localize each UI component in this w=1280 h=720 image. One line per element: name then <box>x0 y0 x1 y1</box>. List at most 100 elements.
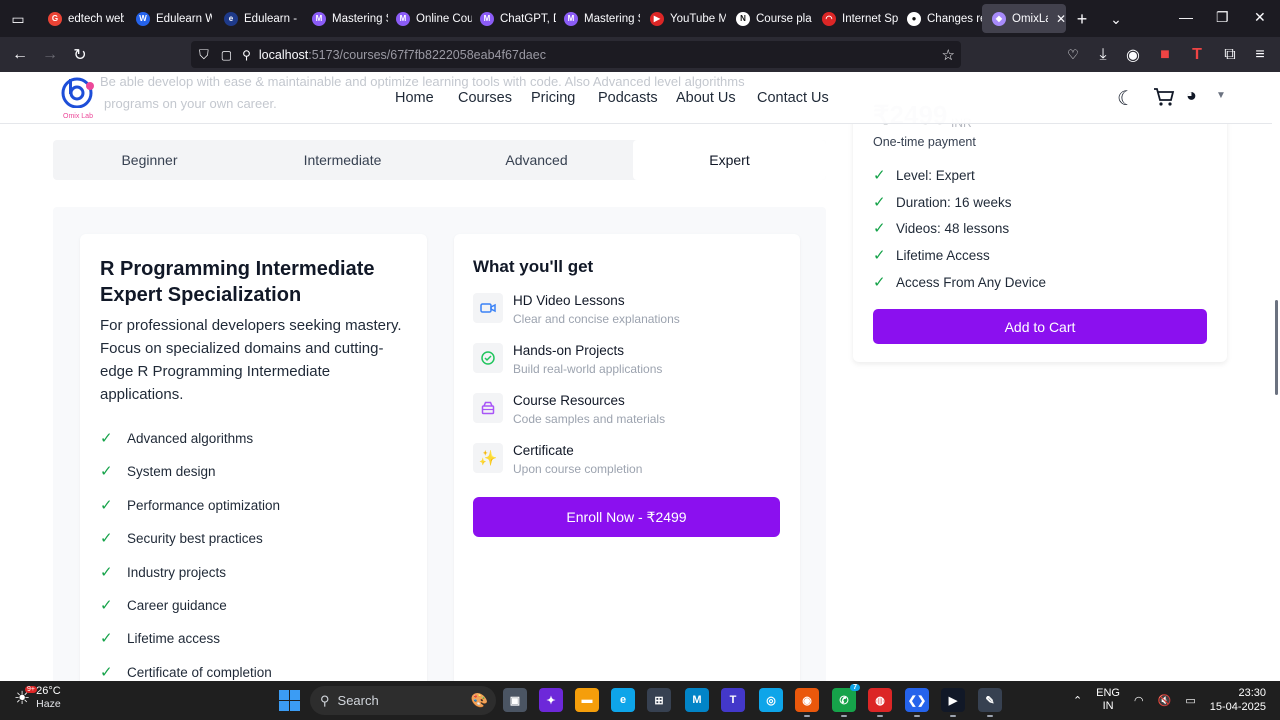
tab-active[interactable]: ◆ OmixLab ✕ <box>982 4 1066 33</box>
battery-icon[interactable]: ▭ <box>1185 694 1195 707</box>
included-item: ✨ Certificate Upon course completion <box>473 443 773 483</box>
tab-label: Edulearn - <box>244 12 298 25</box>
bookmark-star-icon[interactable]: ☆ <box>942 46 955 64</box>
task-view-icon[interactable]: ▣ <box>503 688 527 712</box>
tab-active-label: OmixLab <box>1012 12 1048 25</box>
browser-tab[interactable]: ▶ YouTube M <box>640 4 726 33</box>
nav-courses[interactable]: Courses <box>458 90 512 106</box>
mysql-icon[interactable]: M <box>685 688 709 712</box>
menu-icon[interactable]: ≡ <box>1249 44 1271 66</box>
list-all-tabs-icon[interactable]: ⌄ <box>1106 9 1126 29</box>
terminal-icon[interactable]: ▶ <box>941 688 965 717</box>
browser-tab[interactable]: M Online Cou <box>386 4 472 33</box>
tab-expert[interactable]: Expert <box>633 140 826 180</box>
volume-muted-icon[interactable]: 🔇 <box>1158 694 1172 707</box>
tab-favicon-icon: M <box>396 11 410 26</box>
downloads-icon[interactable]: ⤓ <box>1092 44 1114 66</box>
temperature: 26°C <box>36 685 61 697</box>
teams-icon[interactable]: T <box>721 688 745 712</box>
restore-icon[interactable]: ❐ <box>1216 9 1229 26</box>
browser-tab[interactable]: e Edulearn - <box>214 4 300 33</box>
close-tab-icon[interactable]: ✕ <box>1056 12 1066 26</box>
cart-icon[interactable] <box>1153 87 1175 107</box>
dark-mode-moon-icon[interactable]: ☾ <box>1117 86 1135 111</box>
chrome-icon[interactable]: ◍ <box>868 688 892 717</box>
tab-advanced[interactable]: Advanced <box>440 140 633 180</box>
pocket-icon[interactable]: ♡ <box>1062 44 1084 66</box>
tab-favicon-icon: W <box>136 11 150 26</box>
browser-tab[interactable]: ◠ Internet Sp <box>812 4 898 33</box>
detail-label: Access From Any Device <box>896 274 1047 290</box>
nav-about-us[interactable]: About Us <box>676 90 736 106</box>
browser-tab[interactable]: N Course plan <box>726 4 812 33</box>
new-tab-button[interactable]: + <box>1072 9 1092 29</box>
browser-tab[interactable]: Gedtech web <box>38 4 124 33</box>
language-indicator[interactable]: ENG IN <box>1096 687 1120 713</box>
detail-label: Duration: 16 weeks <box>896 194 1012 210</box>
extension-icon[interactable]: ■ <box>1154 44 1176 66</box>
system-tray: ⌃ ENG IN ◠ 🔇 ▭ 23:30 15-04-2025 <box>1073 686 1266 714</box>
browser-tab[interactable]: M Mastering S <box>302 4 388 33</box>
edge-icon[interactable]: e <box>611 688 635 712</box>
feature-item: ✓ System design <box>100 461 216 481</box>
nav-pricing[interactable]: Pricing <box>531 90 575 106</box>
back-icon[interactable]: ← <box>9 44 31 66</box>
permissions-icon[interactable]: ⚲ <box>242 48 251 62</box>
reload-icon[interactable]: ↻ <box>69 44 91 66</box>
chevron-down-icon[interactable]: ▼ <box>1216 90 1226 101</box>
browser-tab[interactable]: M ChatGPT, D <box>470 4 556 33</box>
payment-note: One-time payment <box>873 135 976 149</box>
show-hidden-icons[interactable]: ⌃ <box>1073 694 1082 707</box>
windows-start-icon[interactable] <box>279 690 300 711</box>
extension-t-icon[interactable]: T <box>1186 44 1208 66</box>
extensions-icon[interactable]: ⧉ <box>1219 44 1241 66</box>
tab-favicon-icon: ▶ <box>650 11 664 26</box>
omixlab-logo[interactable]: Omix Lab <box>60 76 96 120</box>
browser-tab[interactable]: W Edulearn W <box>126 4 212 33</box>
browser-tab[interactable]: ● Changes re <box>897 4 983 33</box>
tab-favicon-icon: M <box>312 11 326 26</box>
check-icon: ✓ <box>100 664 113 681</box>
scrolled-text-behind-header: Be able develop with ease & maintainable… <box>100 74 745 89</box>
add-to-cart-button[interactable]: Add to Cart <box>873 309 1207 344</box>
logo-mark-icon <box>61 77 94 109</box>
check-icon: ✓ <box>873 194 886 211</box>
check-icon: ✓ <box>100 530 113 547</box>
avatar[interactable]: ◕ <box>1186 85 1197 106</box>
close-window-icon[interactable]: ✕ <box>1254 9 1266 26</box>
file-explorer-icon[interactable]: ▬ <box>575 688 599 712</box>
shield-icon[interactable]: ⛉ <box>199 47 209 63</box>
clock[interactable]: 23:30 15-04-2025 <box>1210 686 1266 714</box>
browser-tab[interactable]: M Mastering S <box>554 4 640 33</box>
store-icon[interactable]: ⊞ <box>647 688 671 712</box>
included-item-subtitle: Build real-world applications <box>513 362 663 376</box>
url-bar[interactable]: ⛉ ▢ ⚲ localhost :5173/courses/67f7fb8222… <box>191 41 961 68</box>
account-icon[interactable]: ◉ <box>1122 44 1144 66</box>
feature-item: ✓ Career guidance <box>100 595 227 615</box>
tab-intermediate[interactable]: Intermediate <box>246 140 439 180</box>
nav-podcasts[interactable]: Podcasts <box>598 90 658 106</box>
nav-contact-us[interactable]: Contact Us <box>757 90 829 106</box>
tab-overview-icon[interactable]: ▭ <box>8 9 28 29</box>
page-scrollbar[interactable] <box>1272 72 1280 681</box>
vscode-icon[interactable]: ❮❯ <box>905 688 929 717</box>
nav-home[interactable]: Home <box>395 90 434 106</box>
enroll-now-button[interactable]: Enroll Now - ₹2499 <box>473 497 780 537</box>
forward-icon[interactable]: → <box>39 44 61 66</box>
whatsapp-icon[interactable]: ✆ 7 <box>832 684 860 717</box>
weather-widget[interactable]: ☀ 9+ 26°C Haze <box>14 685 61 711</box>
app-icon[interactable]: ◎ <box>759 688 783 712</box>
check-icon: ✓ <box>873 167 886 184</box>
feature-item: ✓ Advanced algorithms <box>100 428 253 448</box>
notepad-icon[interactable]: ✎ <box>978 688 1002 717</box>
weather-badge: 9+ <box>25 685 37 693</box>
wifi-icon[interactable]: ◠ <box>1134 694 1144 707</box>
minimize-icon[interactable]: — <box>1179 9 1193 25</box>
taskbar-search[interactable]: ⚲ Search 🎨 <box>310 686 496 715</box>
tab-beginner[interactable]: Beginner <box>53 140 246 180</box>
scrollbar-thumb[interactable] <box>1275 300 1278 395</box>
copilot-icon[interactable]: ✦ <box>539 688 563 712</box>
tab-label: YouTube M <box>670 12 726 25</box>
included-item: Hands-on Projects Build real-world appli… <box>473 343 773 383</box>
firefox-icon[interactable]: ◉ <box>795 688 819 717</box>
